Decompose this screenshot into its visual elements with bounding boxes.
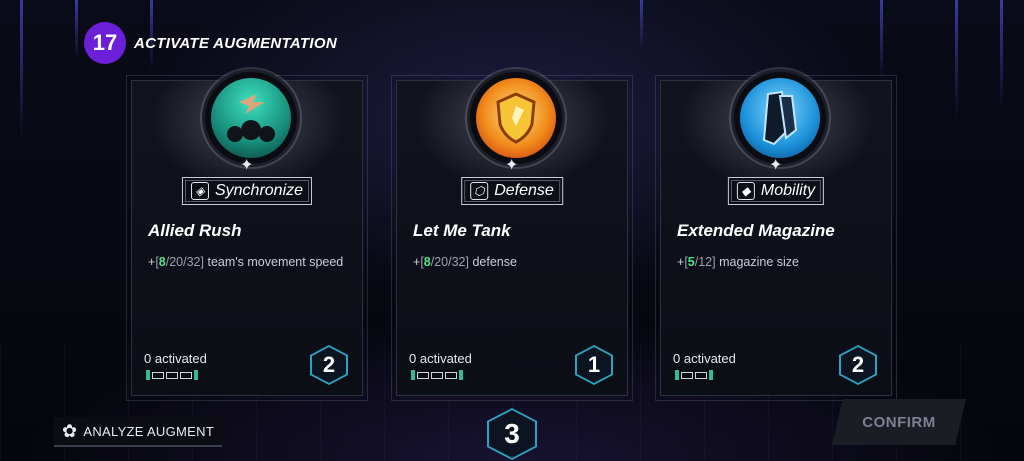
- confirm-button[interactable]: CONFIRM: [832, 399, 966, 445]
- slot-pip: [166, 371, 178, 379]
- screen-title: ACTIVATE AUGMENTATION: [134, 34, 337, 52]
- mobility-icon: ◆: [736, 182, 755, 200]
- background-light-beam: [955, 0, 958, 120]
- activated-count: 0 activated: [673, 351, 736, 366]
- flower-icon: ✿: [62, 420, 78, 441]
- slot-pip: [431, 371, 443, 379]
- background-light-beam: [1000, 0, 1003, 110]
- augment-name: Extended Magazine: [677, 221, 835, 240]
- augment-card-extended-magazine[interactable]: ✦ ◆ Mobility Extended Magazine +[5/12] m…: [655, 69, 897, 401]
- extended-magazine-icon: [731, 69, 829, 167]
- augment-description: +[5/12] magazine size: [677, 255, 799, 269]
- background-light-beam: [640, 0, 643, 50]
- augment-card-let-me-tank[interactable]: ✦ ⬡ Defense Let Me Tank +[8/20/32] defen…: [391, 69, 633, 401]
- augment-description: +[8/20/32] team's movement speed: [148, 255, 344, 269]
- category-tag: ◈ Synchronize: [181, 177, 313, 205]
- slot-pip: [152, 371, 164, 379]
- analyze-augment-button[interactable]: ✿ ANALYZE AUGMENT: [54, 417, 223, 447]
- category-label: Synchronize: [214, 182, 304, 199]
- background-light-beam: [20, 0, 23, 140]
- background-light-beam: [880, 0, 883, 80]
- sparkle-icon: ✦: [505, 157, 519, 174]
- activated-count: 0 activated: [144, 351, 207, 366]
- screen-header: 17 ACTIVATE AUGMENTATION: [84, 22, 337, 64]
- defense-icon: ⬡: [470, 182, 489, 200]
- activation-slots: [411, 370, 463, 380]
- category-label: Defense: [494, 182, 554, 199]
- sparkle-icon: ✦: [240, 157, 254, 174]
- let-me-tank-icon: [467, 69, 565, 167]
- augment-name: Allied Rush: [148, 221, 242, 240]
- slot-pip: [695, 371, 707, 379]
- augment-card-allied-rush[interactable]: ✦ ◈ Synchronize Allied Rush +[8/20/32] t…: [126, 69, 368, 401]
- slot-pip: [681, 371, 693, 379]
- augment-cost-hex: 2: [839, 345, 877, 385]
- category-label: Mobility: [760, 182, 816, 199]
- allied-rush-icon: [202, 69, 300, 167]
- current-tier-value: 5: [687, 255, 695, 269]
- category-tag: ◆ Mobility: [727, 177, 825, 205]
- sparkle-icon: ✦: [769, 157, 783, 174]
- augment-cost-hex: 1: [575, 345, 613, 385]
- activation-slots: [675, 370, 713, 380]
- analyze-augment-label: ANALYZE AUGMENT: [83, 423, 215, 439]
- slot-pip: [180, 371, 192, 379]
- synchronize-icon: ◈: [190, 182, 209, 200]
- augment-cost-hex: 2: [310, 345, 348, 385]
- augment-name: Let Me Tank: [413, 221, 511, 240]
- round-number-badge: 17: [84, 22, 126, 64]
- slot-pip: [445, 371, 457, 379]
- current-tier-value: 8: [158, 255, 166, 269]
- activation-slots: [146, 370, 198, 380]
- activated-count: 0 activated: [409, 351, 472, 366]
- current-tier-value: 8: [423, 255, 431, 269]
- slot-pip: [417, 371, 429, 379]
- augment-description: +[8/20/32] defense: [413, 255, 517, 269]
- category-tag: ⬡ Defense: [461, 177, 563, 205]
- background-light-beam: [75, 0, 78, 60]
